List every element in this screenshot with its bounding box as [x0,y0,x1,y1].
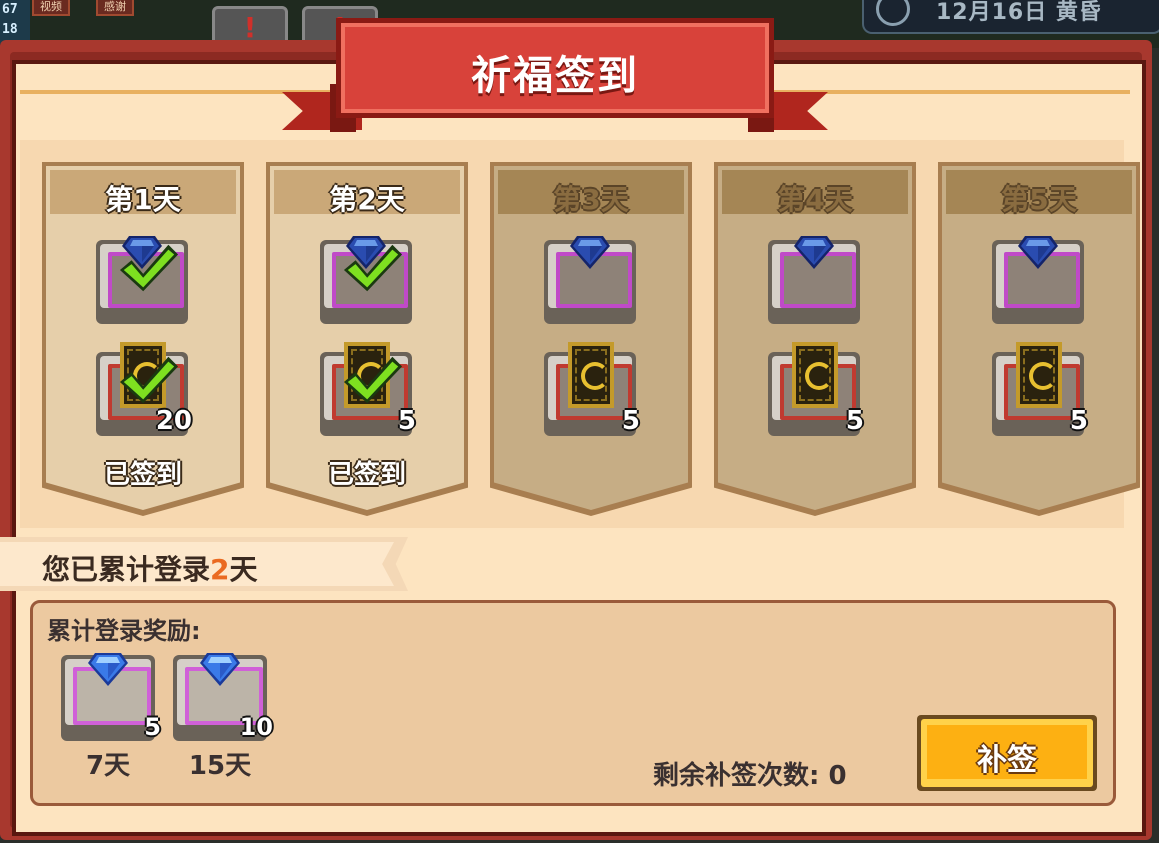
reward-day-label: 15天 [188,751,252,781]
day-card-5[interactable]: 第5天 5 [938,162,1140,516]
blue-diamond-icon [88,653,128,686]
green-check-icon [343,244,403,292]
gem-reward-slot[interactable] [320,236,412,324]
green-check-icon [343,356,403,404]
signed-in-status: 已签到 [327,460,406,490]
makeup-signin-label: 补签 [977,743,1037,778]
makeup-signin-button[interactable]: 补签 [917,715,1097,791]
reward-count: 10 [239,713,273,741]
card-reward-slot[interactable]: 5 [320,342,416,436]
day-card-2[interactable]: 第2天 5 已签到 [266,162,468,516]
day-label: 第2天 [329,183,405,216]
signed-in-status: 已签到 [103,460,182,490]
reward-day-label: 7天 [85,751,131,781]
gem-reward-slot[interactable] [96,236,188,324]
thanks-tab[interactable]: 感谢 [96,0,134,16]
video-tab[interactable]: 视频 [32,0,70,16]
green-check-icon [119,356,179,404]
card-header: 第2天 [274,170,460,216]
card-header: 第1天 [50,170,236,216]
reward-slot-15-days[interactable]: 10 [173,653,273,741]
card-reward-slot[interactable]: 5 [992,342,1088,436]
login-prefix: 您已累计登录 [42,553,211,586]
card-reward-slot[interactable]: 20 [96,342,192,436]
day-card-3[interactable]: 第3天 5 [490,162,692,516]
card-reward-slot[interactable]: 5 [768,342,864,436]
moon-card-icon [1016,342,1062,408]
stat-bottom: 18 [2,22,18,37]
title-banner: 祈福签到 [336,18,774,118]
player-stat-badge: 67 18 [0,0,30,44]
day-card-1[interactable]: 第1天 20 已签到 [42,162,244,516]
reward-count: 5 [397,406,416,436]
gem-reward-slot[interactable] [992,236,1084,324]
login-days-text: 您已累计登录2天 [42,548,258,586]
day-label: 第1天 [105,183,181,216]
day-label: 第4天 [777,183,853,216]
blue-diamond-icon [570,236,610,269]
blue-diamond-icon [794,236,834,269]
green-check-icon [119,244,179,292]
card-header: 第4天 [722,170,908,216]
day-card-4[interactable]: 第4天 5 [714,162,916,516]
login-suffix: 天 [229,553,258,586]
login-days-ribbon: 您已累计登录2天 [0,537,408,591]
reward-count: 20 [155,406,192,436]
moon-card-icon [792,342,838,408]
reward-slot-7-days[interactable]: 5 [61,653,161,741]
date-time-text: 12月16日 黄昏 [936,0,1102,25]
day-label: 第5天 [1001,183,1077,216]
login-days-count: 2 [210,553,230,586]
remaining-makeup-count: 剩余补签次数: 0 [653,761,847,791]
sun-icon [876,0,910,26]
blue-diamond-icon [1018,236,1058,269]
card-reward-slot[interactable]: 5 [544,342,640,436]
moon-card-icon [568,342,614,408]
gem-reward-slot[interactable] [544,236,636,324]
cumulative-rewards-title: 累计登录奖励: [47,617,201,645]
ribbon-face: 您已累计登录2天 [0,542,394,586]
reward-count: 5 [1069,406,1088,436]
reward-count: 5 [144,713,161,741]
gem-reward-slot[interactable] [768,236,860,324]
blue-diamond-icon [200,653,240,686]
reward-count: 5 [845,406,864,436]
stat-top: 67 [2,2,18,17]
cumulative-rewards-panel: 累计登录奖励: 5 7天 10 15天 剩余补签次数: 0 补签 [30,600,1116,806]
card-header: 第5天 [946,170,1132,216]
day-label: 第3天 [553,183,629,216]
dialog-title: 祈福签到 [471,53,639,99]
weather-panel: 12月16日 黄昏 [862,0,1159,34]
card-header: 第3天 [498,170,684,216]
reward-count: 5 [621,406,640,436]
